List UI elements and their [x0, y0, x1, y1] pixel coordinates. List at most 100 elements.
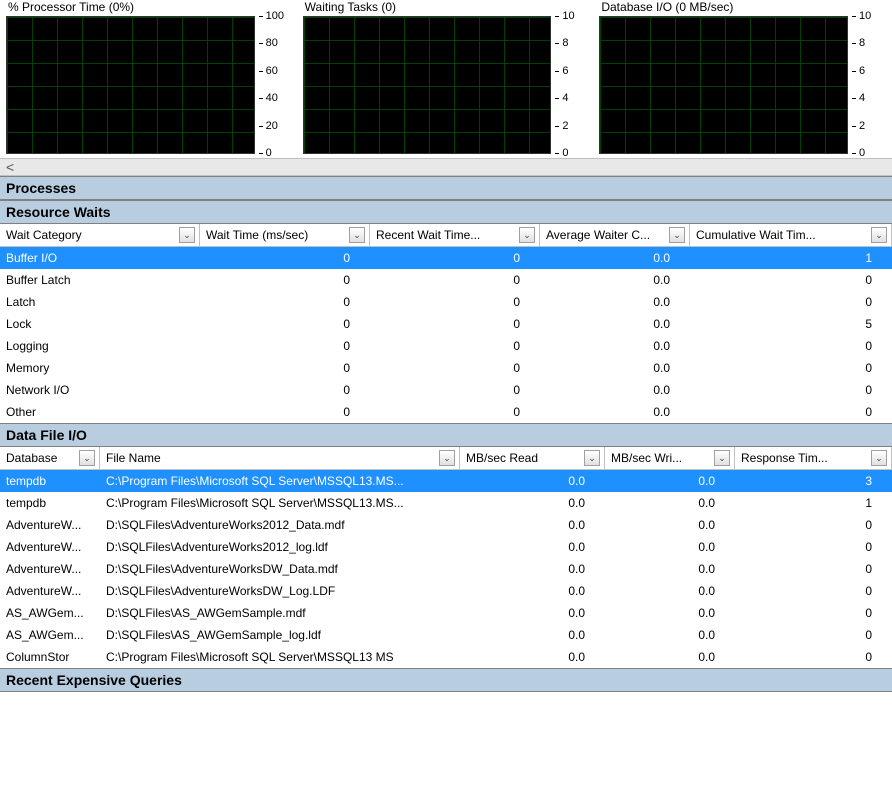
cell-cumulative-wait: 0: [690, 273, 892, 287]
table-row[interactable]: Memory000.00: [0, 357, 892, 379]
cell-mb-read: 0.0: [460, 606, 605, 620]
cell-avg-waiter: 0.0: [540, 383, 690, 397]
chevron-down-icon[interactable]: ⌄: [79, 450, 95, 466]
data-file-io-body: tempdbC:\Program Files\Microsoft SQL Ser…: [0, 470, 892, 668]
cell-file-name: D:\SQLFiles\AS_AWGemSample.mdf: [100, 606, 460, 620]
cell-file-name: D:\SQLFiles\AdventureWorksDW_Data.mdf: [100, 562, 460, 576]
table-row[interactable]: Logging000.00: [0, 335, 892, 357]
cell-wait-time: 0: [200, 295, 370, 309]
table-row[interactable]: AdventureW...D:\SQLFiles\AdventureWorksD…: [0, 580, 892, 602]
section-resource-waits[interactable]: Resource Waits: [0, 200, 892, 224]
cell-mb-write: 0.0: [605, 584, 735, 598]
section-processes[interactable]: Processes: [0, 176, 892, 200]
cell-cumulative-wait: 5: [690, 317, 892, 331]
table-row[interactable]: Latch000.00: [0, 291, 892, 313]
table-row[interactable]: ColumnStorC:\Program Files\Microsoft SQL…: [0, 646, 892, 668]
cell-wait-time: 0: [200, 317, 370, 331]
th-label: MB/sec Wri...: [611, 451, 682, 465]
cell-wait-time: 0: [200, 273, 370, 287]
col-avg-waiter[interactable]: Average Waiter C... ⌄: [540, 224, 690, 246]
chart-body: 100 80 60 40 20 0: [6, 16, 293, 154]
cell-recent-wait: 0: [370, 317, 540, 331]
th-label: Average Waiter C...: [546, 228, 650, 242]
table-row[interactable]: AS_AWGem...D:\SQLFiles\AS_AWGemSample_lo…: [0, 624, 892, 646]
col-file-name[interactable]: File Name⌄: [100, 447, 460, 469]
table-row[interactable]: tempdbC:\Program Files\Microsoft SQL Ser…: [0, 470, 892, 492]
cell-wait-category: Memory: [0, 361, 200, 375]
cell-response-time: 0: [735, 628, 892, 642]
col-wait-category[interactable]: Wait Category⌄: [0, 224, 200, 246]
col-mb-write[interactable]: MB/sec Wri... ⌄: [605, 447, 735, 469]
chart-body: 10 8 6 4 2 0: [599, 16, 886, 154]
table-row[interactable]: Other000.00: [0, 401, 892, 423]
cell-wait-time: 0: [200, 383, 370, 397]
cell-recent-wait: 0: [370, 295, 540, 309]
chart-grid: [599, 16, 848, 154]
table-row[interactable]: Buffer Latch000.00: [0, 269, 892, 291]
th-label: Cumulative Wait Tim...: [696, 228, 816, 242]
table-row[interactable]: AS_AWGem...D:\SQLFiles\AS_AWGemSample.md…: [0, 602, 892, 624]
table-row[interactable]: AdventureW...D:\SQLFiles\AdventureWorksD…: [0, 558, 892, 580]
cell-recent-wait: 0: [370, 251, 540, 265]
chart-grid: [6, 16, 255, 154]
cell-mb-read: 0.0: [460, 496, 605, 510]
section-data-file-io[interactable]: Data File I/O: [0, 423, 892, 447]
chevron-down-icon[interactable]: ⌄: [871, 227, 887, 243]
chart-grid: [303, 16, 552, 154]
cell-database: tempdb: [0, 496, 100, 510]
cell-wait-category: Network I/O: [0, 383, 200, 397]
chart-body: 10 8 6 4 2 0: [303, 16, 590, 154]
chart-title: Waiting Tasks (0): [303, 0, 590, 16]
cell-wait-category: Logging: [0, 339, 200, 353]
chevron-down-icon[interactable]: ⌄: [871, 450, 887, 466]
table-row[interactable]: Network I/O000.00: [0, 379, 892, 401]
table-row[interactable]: AdventureW...D:\SQLFiles\AdventureWorks2…: [0, 536, 892, 558]
cell-wait-category: Buffer Latch: [0, 273, 200, 287]
cell-response-time: 0: [735, 584, 892, 598]
cell-cumulative-wait: 0: [690, 361, 892, 375]
th-label: MB/sec Read: [466, 451, 538, 465]
cell-wait-category: Latch: [0, 295, 200, 309]
col-cumulative-wait[interactable]: Cumulative Wait Tim... ⌄: [690, 224, 892, 246]
cell-cumulative-wait: 0: [690, 405, 892, 419]
th-label: Response Tim...: [741, 451, 828, 465]
cell-database: AdventureW...: [0, 540, 100, 554]
table-row[interactable]: tempdbC:\Program Files\Microsoft SQL Ser…: [0, 492, 892, 514]
cell-mb-read: 0.0: [460, 562, 605, 576]
chevron-down-icon[interactable]: ⌄: [439, 450, 455, 466]
chevron-down-icon[interactable]: ⌄: [714, 450, 730, 466]
th-label: Database: [6, 451, 57, 465]
cell-avg-waiter: 0.0: [540, 251, 690, 265]
chart-processor-time: % Processor Time (0%) 100 80 60 40 20 0: [6, 0, 293, 154]
chevron-down-icon[interactable]: ⌄: [349, 227, 365, 243]
scroll-left-icon[interactable]: <: [6, 159, 14, 175]
cell-response-time: 3: [735, 474, 892, 488]
cell-file-name: D:\SQLFiles\AdventureWorks2012_log.ldf: [100, 540, 460, 554]
chart-title: % Processor Time (0%): [6, 0, 293, 16]
chevron-down-icon[interactable]: ⌄: [179, 227, 195, 243]
cell-cumulative-wait: 0: [690, 383, 892, 397]
chevron-down-icon[interactable]: ⌄: [584, 450, 600, 466]
chevron-down-icon[interactable]: ⌄: [519, 227, 535, 243]
cell-wait-category: Buffer I/O: [0, 251, 200, 265]
horizontal-scrollbar[interactable]: <: [0, 158, 892, 176]
chevron-down-icon[interactable]: ⌄: [669, 227, 685, 243]
cell-file-name: D:\SQLFiles\AdventureWorks2012_Data.mdf: [100, 518, 460, 532]
cell-avg-waiter: 0.0: [540, 361, 690, 375]
table-row[interactable]: Buffer I/O000.01: [0, 247, 892, 269]
cell-mb-write: 0.0: [605, 496, 735, 510]
col-mb-read[interactable]: MB/sec Read ⌄: [460, 447, 605, 469]
chart-y-axis: 10 8 6 4 2 0: [848, 16, 886, 154]
cell-cumulative-wait: 1: [690, 251, 892, 265]
col-database[interactable]: Database ⌄: [0, 447, 100, 469]
table-row[interactable]: AdventureW...D:\SQLFiles\AdventureWorks2…: [0, 514, 892, 536]
chart-database-io: Database I/O (0 MB/sec) 10 8 6 4 2 0: [599, 0, 886, 154]
cell-mb-write: 0.0: [605, 562, 735, 576]
cell-recent-wait: 0: [370, 361, 540, 375]
col-wait-time[interactable]: Wait Time (ms/sec)⌄: [200, 224, 370, 246]
col-recent-wait[interactable]: Recent Wait Time...⌄: [370, 224, 540, 246]
table-row[interactable]: Lock000.05: [0, 313, 892, 335]
section-recent-expensive-queries[interactable]: Recent Expensive Queries: [0, 668, 892, 692]
data-file-io-header: Database ⌄ File Name⌄ MB/sec Read ⌄ MB/sec…: [0, 447, 892, 470]
col-response-time[interactable]: Response Tim... ⌄: [735, 447, 892, 469]
